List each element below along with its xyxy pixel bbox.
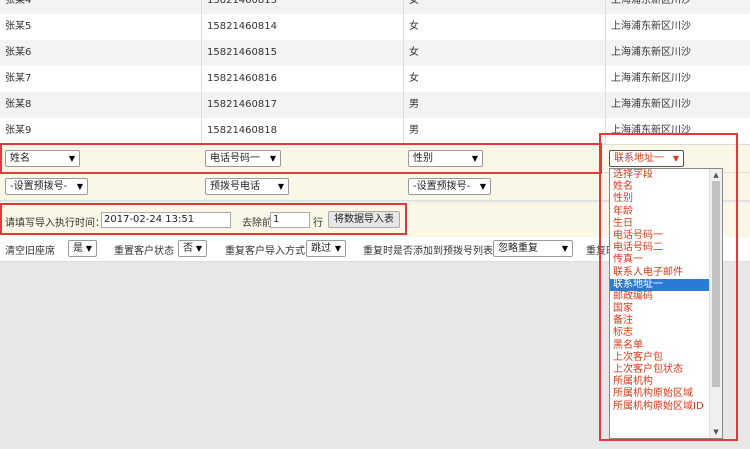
dropdown-option[interactable]: 电话号码二 bbox=[610, 242, 722, 254]
table-row: 张某4 15821460813 女 上海浦东新区川沙 bbox=[0, 0, 750, 15]
dropdown-option[interactable]: 联系人电子邮件 bbox=[610, 267, 722, 279]
highlight-mapping-row bbox=[0, 143, 602, 174]
table-row: 张某6 15821460815 女 上海浦东新区川沙 bbox=[0, 40, 750, 67]
repeat-mode-label: 重复客户导入方式 bbox=[225, 246, 305, 257]
cell-address: 上海浦东新区川沙 bbox=[611, 0, 691, 6]
cell-phone: 15821460817 bbox=[202, 92, 404, 118]
dropdown-option[interactable]: 选择字段 bbox=[610, 169, 722, 181]
clear-agent-select[interactable]: 是 ▼ bbox=[68, 240, 97, 257]
dial-select-col3-value: -设置预拨号- bbox=[413, 181, 471, 192]
dial-select-col1[interactable]: -设置预拨号- ▼ bbox=[5, 178, 88, 195]
dropdown-items: 选择字段 姓名 性别 年龄 生日 电话号码一 电话号码二 传真一 联系人电子邮件 联系地址一 邮政编… bbox=[610, 169, 722, 413]
cell-gender: 男 bbox=[404, 92, 606, 118]
dropdown-option[interactable]: 所属机构原始区域 bbox=[610, 388, 722, 400]
cell-name: 张某8 bbox=[0, 92, 202, 118]
dup-predial-select[interactable]: 忽略重复 ▼ bbox=[493, 240, 573, 257]
chevron-down-icon: ▼ bbox=[85, 244, 92, 253]
table-row: 张某8 15821460817 男 上海浦东新区川沙 bbox=[0, 92, 750, 119]
chevron-down-icon: ▼ bbox=[479, 182, 486, 191]
cell-phone: 15821460814 bbox=[202, 14, 404, 40]
chevron-down-icon: ▼ bbox=[277, 182, 284, 191]
cell-address: 上海浦东新区川沙 bbox=[611, 21, 691, 32]
scroll-thumb[interactable] bbox=[712, 181, 720, 387]
dropdown-option[interactable]: 所属机构原始区域ID bbox=[610, 401, 722, 413]
cell-gender: 女 bbox=[404, 0, 606, 14]
cell-phone: 15821460815 bbox=[202, 40, 404, 66]
cell-phone: 15821460818 bbox=[202, 118, 404, 144]
clear-agent-value: 是 bbox=[73, 243, 83, 254]
cell-address: 上海浦东新区川沙 bbox=[611, 99, 691, 110]
chevron-down-icon: ▼ bbox=[76, 182, 83, 191]
reset-status-label: 重置客户状态 bbox=[114, 246, 174, 257]
cell-name: 张某5 bbox=[0, 14, 202, 40]
table-row: 张某5 15821460814 女 上海浦东新区川沙 bbox=[0, 14, 750, 41]
reset-status-value: 否 bbox=[183, 243, 193, 254]
cell-gender: 女 bbox=[404, 66, 606, 92]
cell-name: 张某9 bbox=[0, 118, 202, 144]
dropdown-option[interactable]: 标志 bbox=[610, 327, 722, 339]
chevron-down-icon: ▼ bbox=[334, 244, 341, 253]
cell-phone: 15821460813 bbox=[202, 0, 404, 14]
dropdown-scrollbar[interactable]: ▲ ▼ bbox=[709, 169, 722, 438]
dropdown-option[interactable]: 上次客户包 bbox=[610, 352, 722, 364]
chevron-down-icon: ▼ bbox=[195, 244, 202, 253]
dial-select-col1-value: -设置预拨号- bbox=[10, 181, 68, 192]
chevron-down-icon: ▼ bbox=[561, 244, 568, 253]
dropdown-option[interactable]: 姓名 bbox=[610, 181, 722, 193]
cell-gender: 男 bbox=[404, 118, 606, 144]
cell-gender: 女 bbox=[404, 14, 606, 40]
dial-select-col2-value: 预拨号电话 bbox=[210, 181, 260, 192]
dropdown-option[interactable]: 传真一 bbox=[610, 254, 722, 266]
cell-name: 张某6 bbox=[0, 40, 202, 66]
dropdown-option[interactable]: 所属机构 bbox=[610, 376, 722, 388]
dup-predial-label: 重复时是否添加到预拨号列表 bbox=[363, 246, 493, 257]
cell-gender: 女 bbox=[404, 40, 606, 66]
reset-status-select[interactable]: 否 ▼ bbox=[178, 240, 207, 257]
highlight-import-row bbox=[0, 203, 407, 235]
dup-predial-value: 忽略重复 bbox=[498, 243, 538, 254]
cell-phone: 15821460816 bbox=[202, 66, 404, 92]
cell-address: 上海浦东新区川沙 bbox=[611, 73, 691, 84]
dropdown-option[interactable]: 国家 bbox=[610, 303, 722, 315]
repeat-mode-value: 跳过 bbox=[311, 243, 331, 254]
scroll-up-icon[interactable]: ▲ bbox=[710, 169, 722, 181]
dropdown-option[interactable]: 生日 bbox=[610, 218, 722, 230]
dropdown-option[interactable]: 年龄 bbox=[610, 206, 722, 218]
dropdown-option[interactable]: 性别 bbox=[610, 193, 722, 205]
dropdown-option[interactable]: 备注 bbox=[610, 315, 722, 327]
dropdown-option[interactable]: 上次客户包状态 bbox=[610, 364, 722, 376]
dial-select-col2[interactable]: 预拨号电话 ▼ bbox=[205, 178, 289, 195]
cell-address: 上海浦东新区川沙 bbox=[611, 47, 691, 58]
dropdown-option[interactable]: 邮政编码 bbox=[610, 291, 722, 303]
field-dropdown-list[interactable]: 选择字段 姓名 性别 年龄 生日 电话号码一 电话号码二 传真一 联系人电子邮件 联系地址一 邮政编… bbox=[609, 168, 723, 439]
clear-agent-label: 清空旧座席 bbox=[5, 246, 55, 257]
dropdown-option[interactable]: 黑名单 bbox=[610, 340, 722, 352]
table-row: 张某7 15821460816 女 上海浦东新区川沙 bbox=[0, 66, 750, 93]
cell-name: 张某4 bbox=[0, 0, 202, 14]
dropdown-option[interactable]: 电话号码一 bbox=[610, 230, 722, 242]
cell-name: 张某7 bbox=[0, 66, 202, 92]
dial-select-col3[interactable]: -设置预拨号- ▼ bbox=[408, 178, 491, 195]
scroll-down-icon[interactable]: ▼ bbox=[710, 426, 722, 438]
dropdown-option[interactable]: 联系地址一 bbox=[610, 278, 722, 291]
repeat-mode-select[interactable]: 跳过 ▼ bbox=[306, 240, 346, 257]
